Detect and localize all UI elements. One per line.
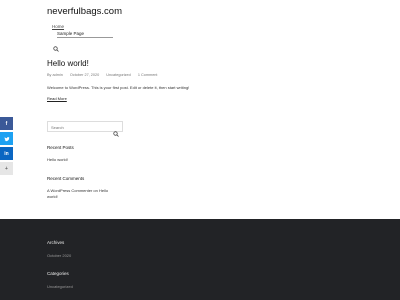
comment-connector: on (93, 188, 98, 193)
recent-comments-title: Recent Comments (47, 176, 85, 181)
sidebar-search-box (47, 121, 123, 137)
post-category[interactable]: Uncategorized (106, 73, 130, 77)
site-footer: Archives October 2020 Categories Uncateg… (0, 219, 400, 300)
recent-posts-title: Recent Posts (47, 145, 74, 150)
nav-underline (57, 37, 113, 38)
linkedin-glyph: in (4, 150, 9, 157)
post-title[interactable]: Hello world! (47, 59, 89, 68)
nav-item-sample-page[interactable]: Sample Page (57, 31, 84, 36)
recent-post-item[interactable]: Hello world! (47, 157, 68, 162)
nav-item-home[interactable]: Home (52, 24, 64, 29)
category-item[interactable]: Uncategorized (47, 284, 73, 289)
comment-author-link[interactable]: A WordPress Commenter (47, 188, 92, 193)
categories-title: Categories (47, 271, 69, 276)
post-meta: By admin October 27, 2020 Uncategorized … (47, 73, 163, 77)
read-more-link[interactable]: Read More (47, 96, 67, 101)
search-icon[interactable] (53, 39, 59, 52)
archive-item[interactable]: October 2020 (47, 253, 71, 258)
post-comments[interactable]: 1 Comment (138, 73, 158, 77)
search-input[interactable] (51, 124, 109, 130)
post-author[interactable]: By admin (47, 73, 63, 77)
linkedin-icon[interactable]: in (0, 147, 13, 160)
facebook-icon[interactable]: f (0, 117, 13, 130)
comment-post-link[interactable]: Hello (99, 188, 108, 193)
site-title[interactable]: neverfulbags.com (47, 6, 122, 17)
post-excerpt: Welcome to WordPress. This is your first… (47, 85, 190, 90)
comment-post-link-continued[interactable]: world! (47, 194, 58, 199)
post-date[interactable]: October 27, 2020 (70, 73, 99, 77)
twitter-icon[interactable] (0, 132, 13, 145)
more-glyph: + (5, 165, 8, 172)
facebook-glyph: f (5, 120, 8, 127)
archives-title: Archives (47, 240, 65, 245)
recent-comment-item: A WordPress Commenter on Hello (47, 188, 108, 193)
search-icon[interactable] (113, 124, 119, 137)
plus-icon[interactable]: + (0, 162, 13, 175)
